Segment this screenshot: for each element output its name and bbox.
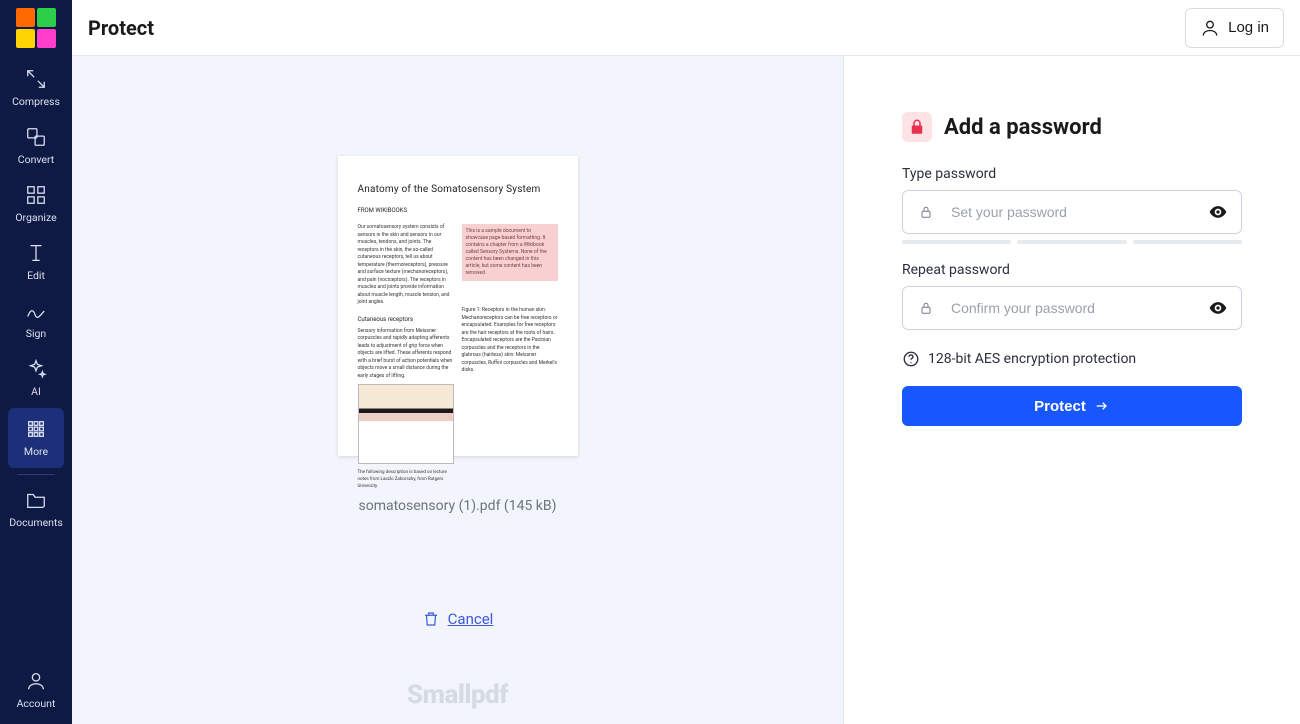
thumb-figure <box>358 384 454 464</box>
protect-button[interactable]: Protect <box>902 386 1242 426</box>
panel-header: Add a password <box>902 112 1242 142</box>
eye-icon <box>1208 202 1228 222</box>
sidebar-item-ai[interactable]: AI <box>0 350 72 408</box>
help-icon <box>902 350 920 368</box>
type-password-wrap <box>902 190 1242 234</box>
sidebar-item-compress[interactable]: Compress <box>0 60 72 118</box>
thumb-note: This is a sample document to showcase pa… <box>462 224 558 281</box>
password-strength-meter <box>902 240 1242 244</box>
repeat-password-input[interactable] <box>902 286 1242 330</box>
sidebar-label: Sign <box>26 327 46 340</box>
sidebar-label: More <box>24 445 48 458</box>
main-area: Protect Log in Anatomy of the Somatosens… <box>72 0 1300 724</box>
toggle-visibility-button[interactable] <box>1208 202 1228 222</box>
document-thumbnail[interactable]: Anatomy of the Somatosensory System FROM… <box>338 156 578 456</box>
sidebar-label: Convert <box>18 153 54 166</box>
sidebar-label: Organize <box>15 211 56 224</box>
folder-icon <box>25 489 47 511</box>
sidebar-item-convert[interactable]: Convert <box>0 118 72 176</box>
sidebar-label: AI <box>31 385 41 398</box>
encryption-note: 128-bit AES encryption protection <box>902 350 1242 368</box>
cancel-label: Cancel <box>448 610 494 628</box>
organize-icon <box>25 184 47 206</box>
arrow-right-icon <box>1094 398 1110 414</box>
toggle-visibility-button[interactable] <box>1208 298 1228 318</box>
sidebar: Compress Convert Organize Edit Sign AI M… <box>0 0 72 724</box>
sidebar-label: Documents <box>9 516 63 529</box>
login-label: Log in <box>1228 19 1269 36</box>
sidebar-item-sign[interactable]: Sign <box>0 292 72 350</box>
lock-icon <box>918 204 934 220</box>
lock-icon <box>918 300 934 316</box>
sparkle-icon <box>25 358 47 380</box>
sidebar-label: Compress <box>12 95 60 108</box>
sidebar-item-documents[interactable]: Documents <box>0 481 72 539</box>
repeat-password-label: Repeat password <box>902 262 1242 278</box>
encryption-text: 128-bit AES encryption protection <box>928 351 1136 367</box>
brand-logo[interactable] <box>16 8 56 48</box>
sign-icon <box>25 300 47 322</box>
sidebar-item-organize[interactable]: Organize <box>0 176 72 234</box>
sidebar-label: Edit <box>27 269 45 282</box>
file-name: somatosensory (1).pdf <box>359 498 501 514</box>
sidebar-item-account[interactable]: Account <box>0 662 72 720</box>
user-icon <box>25 670 47 692</box>
thumb-title: Anatomy of the Somatosensory System <box>358 184 558 195</box>
login-button[interactable]: Log in <box>1185 8 1284 48</box>
sidebar-separator <box>17 474 55 475</box>
preview-pane: Anatomy of the Somatosensory System FROM… <box>72 56 844 724</box>
lock-icon <box>908 118 926 136</box>
cancel-button[interactable]: Cancel <box>422 610 494 628</box>
thumb-author: FROM WIKIBOOKS <box>358 207 558 214</box>
grid-icon <box>25 418 47 440</box>
sidebar-label: Account <box>17 697 56 710</box>
file-size: (145 kB) <box>504 498 557 514</box>
type-password-input[interactable] <box>902 190 1242 234</box>
topbar: Protect Log in <box>72 0 1300 56</box>
compress-icon <box>25 68 47 90</box>
sidebar-item-edit[interactable]: Edit <box>0 234 72 292</box>
brand-watermark: Smallpdf <box>407 680 508 710</box>
protect-label: Protect <box>1034 398 1086 415</box>
content: Anatomy of the Somatosensory System FROM… <box>72 56 1300 724</box>
file-meta: somatosensory (1).pdf (145 kB) <box>359 498 557 514</box>
thumb-col-right: This is a sample document to showcase pa… <box>462 224 558 490</box>
lock-badge <box>902 112 932 142</box>
sidebar-item-more[interactable]: More <box>8 408 64 468</box>
convert-icon <box>25 126 47 148</box>
app-root: Compress Convert Organize Edit Sign AI M… <box>0 0 1300 724</box>
page-title: Protect <box>88 16 154 40</box>
trash-icon <box>422 610 440 628</box>
panel-title: Add a password <box>944 115 1102 140</box>
repeat-password-wrap <box>902 286 1242 330</box>
user-icon <box>1200 18 1220 38</box>
thumb-col-left: Our somatosensory system consists of sen… <box>358 224 454 490</box>
eye-icon <box>1208 298 1228 318</box>
type-password-label: Type password <box>902 166 1242 182</box>
password-panel: Add a password Type password Repeat pass… <box>844 56 1300 724</box>
edit-icon <box>25 242 47 264</box>
